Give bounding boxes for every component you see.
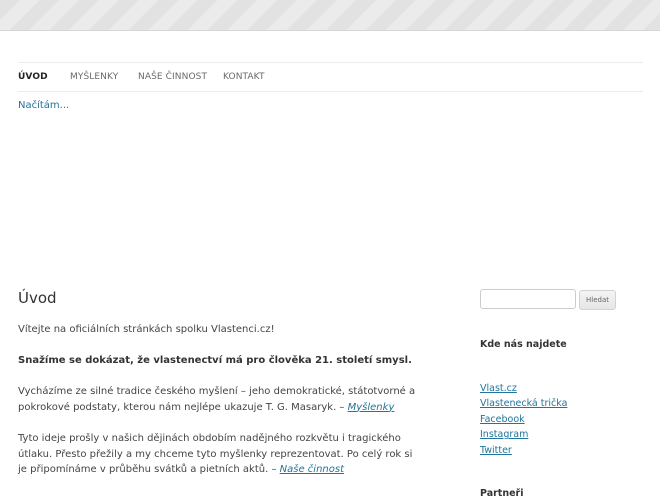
nav-item-nase-cinnost[interactable]: NAŠE ČINNOST bbox=[138, 72, 207, 82]
link-twitter[interactable]: Twitter bbox=[480, 445, 512, 456]
mission-statement: Snažíme se dokázat, že vlastenectví má p… bbox=[18, 353, 423, 369]
main-navigation: ÚVOD MYŠLENKY NAŠE ČINNOST KONTAKT bbox=[18, 62, 643, 92]
intro-paragraph: Vítejte na oficiálních stránkách spolku … bbox=[18, 324, 275, 335]
link-vlastenecka-tricka[interactable]: Vlastenecká trička bbox=[480, 398, 567, 409]
find-us-heading: Kde nás najdete bbox=[480, 339, 567, 350]
loading-indicator: Načítám... bbox=[18, 100, 70, 111]
search-input[interactable] bbox=[480, 289, 576, 309]
link-facebook[interactable]: Facebook bbox=[480, 414, 525, 425]
nav-item-myslenky[interactable]: MYŠLENKY bbox=[70, 72, 118, 82]
nav-item-uvod[interactable]: ÚVOD bbox=[18, 72, 48, 82]
nav-item-kontakt[interactable]: KONTAKT bbox=[223, 72, 265, 82]
tradition-paragraph: Vycházíme ze silné tradice českého myšle… bbox=[18, 384, 423, 415]
link-instagram[interactable]: Instagram bbox=[480, 429, 528, 440]
partners-heading: Partneři bbox=[480, 488, 524, 499]
header-banner bbox=[0, 0, 660, 31]
mission-statement-bold: Snažíme se dokázat, že vlastenectví má p… bbox=[18, 355, 412, 366]
history-text: Tyto ideje prošly v našich dějinách obdo… bbox=[18, 433, 413, 475]
search-button[interactable]: Hledat bbox=[579, 290, 616, 310]
myslenky-link[interactable]: Myšlenky bbox=[348, 402, 395, 413]
page-title: Úvod bbox=[18, 289, 57, 307]
history-paragraph: Tyto ideje prošly v našich dějinách obdo… bbox=[18, 431, 423, 478]
nase-cinnost-link[interactable]: Naše činnost bbox=[280, 464, 344, 475]
link-vlast-cz[interactable]: Vlast.cz bbox=[480, 383, 517, 394]
